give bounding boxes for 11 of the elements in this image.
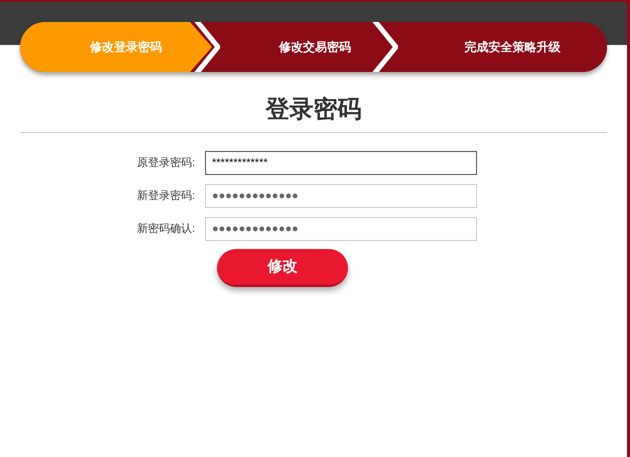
step-tab[interactable]: 完成安全策略升级 (398, 22, 607, 72)
password-field[interactable]: ************* (205, 151, 477, 175)
field-label: 新密码确认: (136, 222, 196, 237)
chevron-icon (372, 22, 398, 72)
field-label: 原登录密码: (136, 156, 196, 171)
chevron-icon (194, 22, 220, 72)
password-field[interactable]: ●●●●●●●●●●●●● (205, 217, 477, 241)
password-field[interactable]: ●●●●●●●●●●●●● (205, 184, 477, 208)
submit-button[interactable]: 修改 (217, 249, 348, 287)
page-title: 登录密码 (264, 95, 362, 125)
field-label: 新登录密码: (136, 188, 196, 204)
